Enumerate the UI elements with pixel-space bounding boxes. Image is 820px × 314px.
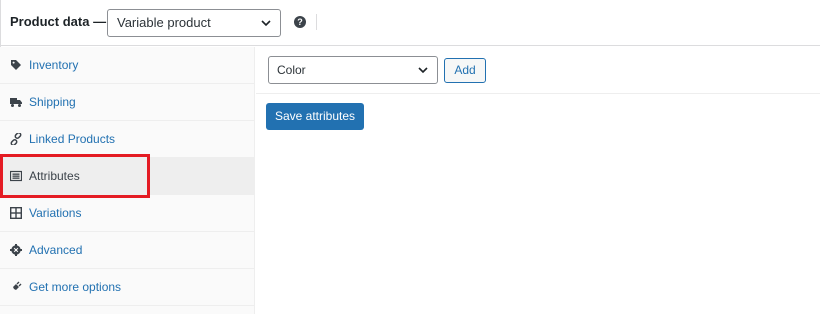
attribute-select-value: Color bbox=[277, 63, 306, 77]
chevron-down-icon bbox=[418, 67, 428, 74]
attributes-panel: Color Add Save attributes bbox=[256, 47, 820, 314]
tab-label: Linked Products bbox=[29, 132, 116, 146]
tab-inventory[interactable]: Inventory bbox=[0, 47, 255, 84]
attribute-select[interactable]: Color bbox=[268, 56, 438, 84]
product-data-label: Product data — bbox=[10, 14, 107, 29]
tab-label: Inventory bbox=[29, 58, 79, 72]
attributes-tab-highlight bbox=[0, 154, 150, 198]
attributes-toolbar: Color Add bbox=[256, 47, 820, 94]
tab-get-more-options[interactable]: Get more options bbox=[0, 269, 255, 306]
save-attributes-button[interactable]: Save attributes bbox=[266, 103, 364, 130]
link-icon bbox=[10, 133, 22, 145]
product-data-header: Product data — Variable product ? bbox=[0, 0, 820, 46]
gear-icon bbox=[10, 244, 22, 256]
truck-icon bbox=[10, 98, 22, 107]
help-icon[interactable]: ? bbox=[294, 16, 306, 28]
add-attribute-button[interactable]: Add bbox=[444, 58, 486, 83]
plugin-icon bbox=[11, 281, 22, 292]
tab-label: Variations bbox=[29, 206, 82, 220]
product-type-value: Variable product bbox=[117, 15, 211, 30]
header-divider bbox=[316, 14, 317, 30]
grid-icon bbox=[10, 207, 22, 219]
tab-advanced[interactable]: Advanced bbox=[0, 232, 255, 269]
tab-shipping[interactable]: Shipping bbox=[0, 84, 255, 121]
tab-label: Get more options bbox=[29, 280, 122, 294]
product-type-select[interactable]: Variable product bbox=[107, 9, 281, 37]
tab-label: Advanced bbox=[29, 243, 83, 257]
tab-label: Shipping bbox=[29, 95, 76, 109]
tab-variations[interactable]: Variations bbox=[0, 195, 255, 232]
tag-icon bbox=[11, 60, 21, 70]
chevron-down-icon bbox=[261, 20, 271, 27]
tab-linked-products[interactable]: Linked Products bbox=[0, 121, 255, 158]
